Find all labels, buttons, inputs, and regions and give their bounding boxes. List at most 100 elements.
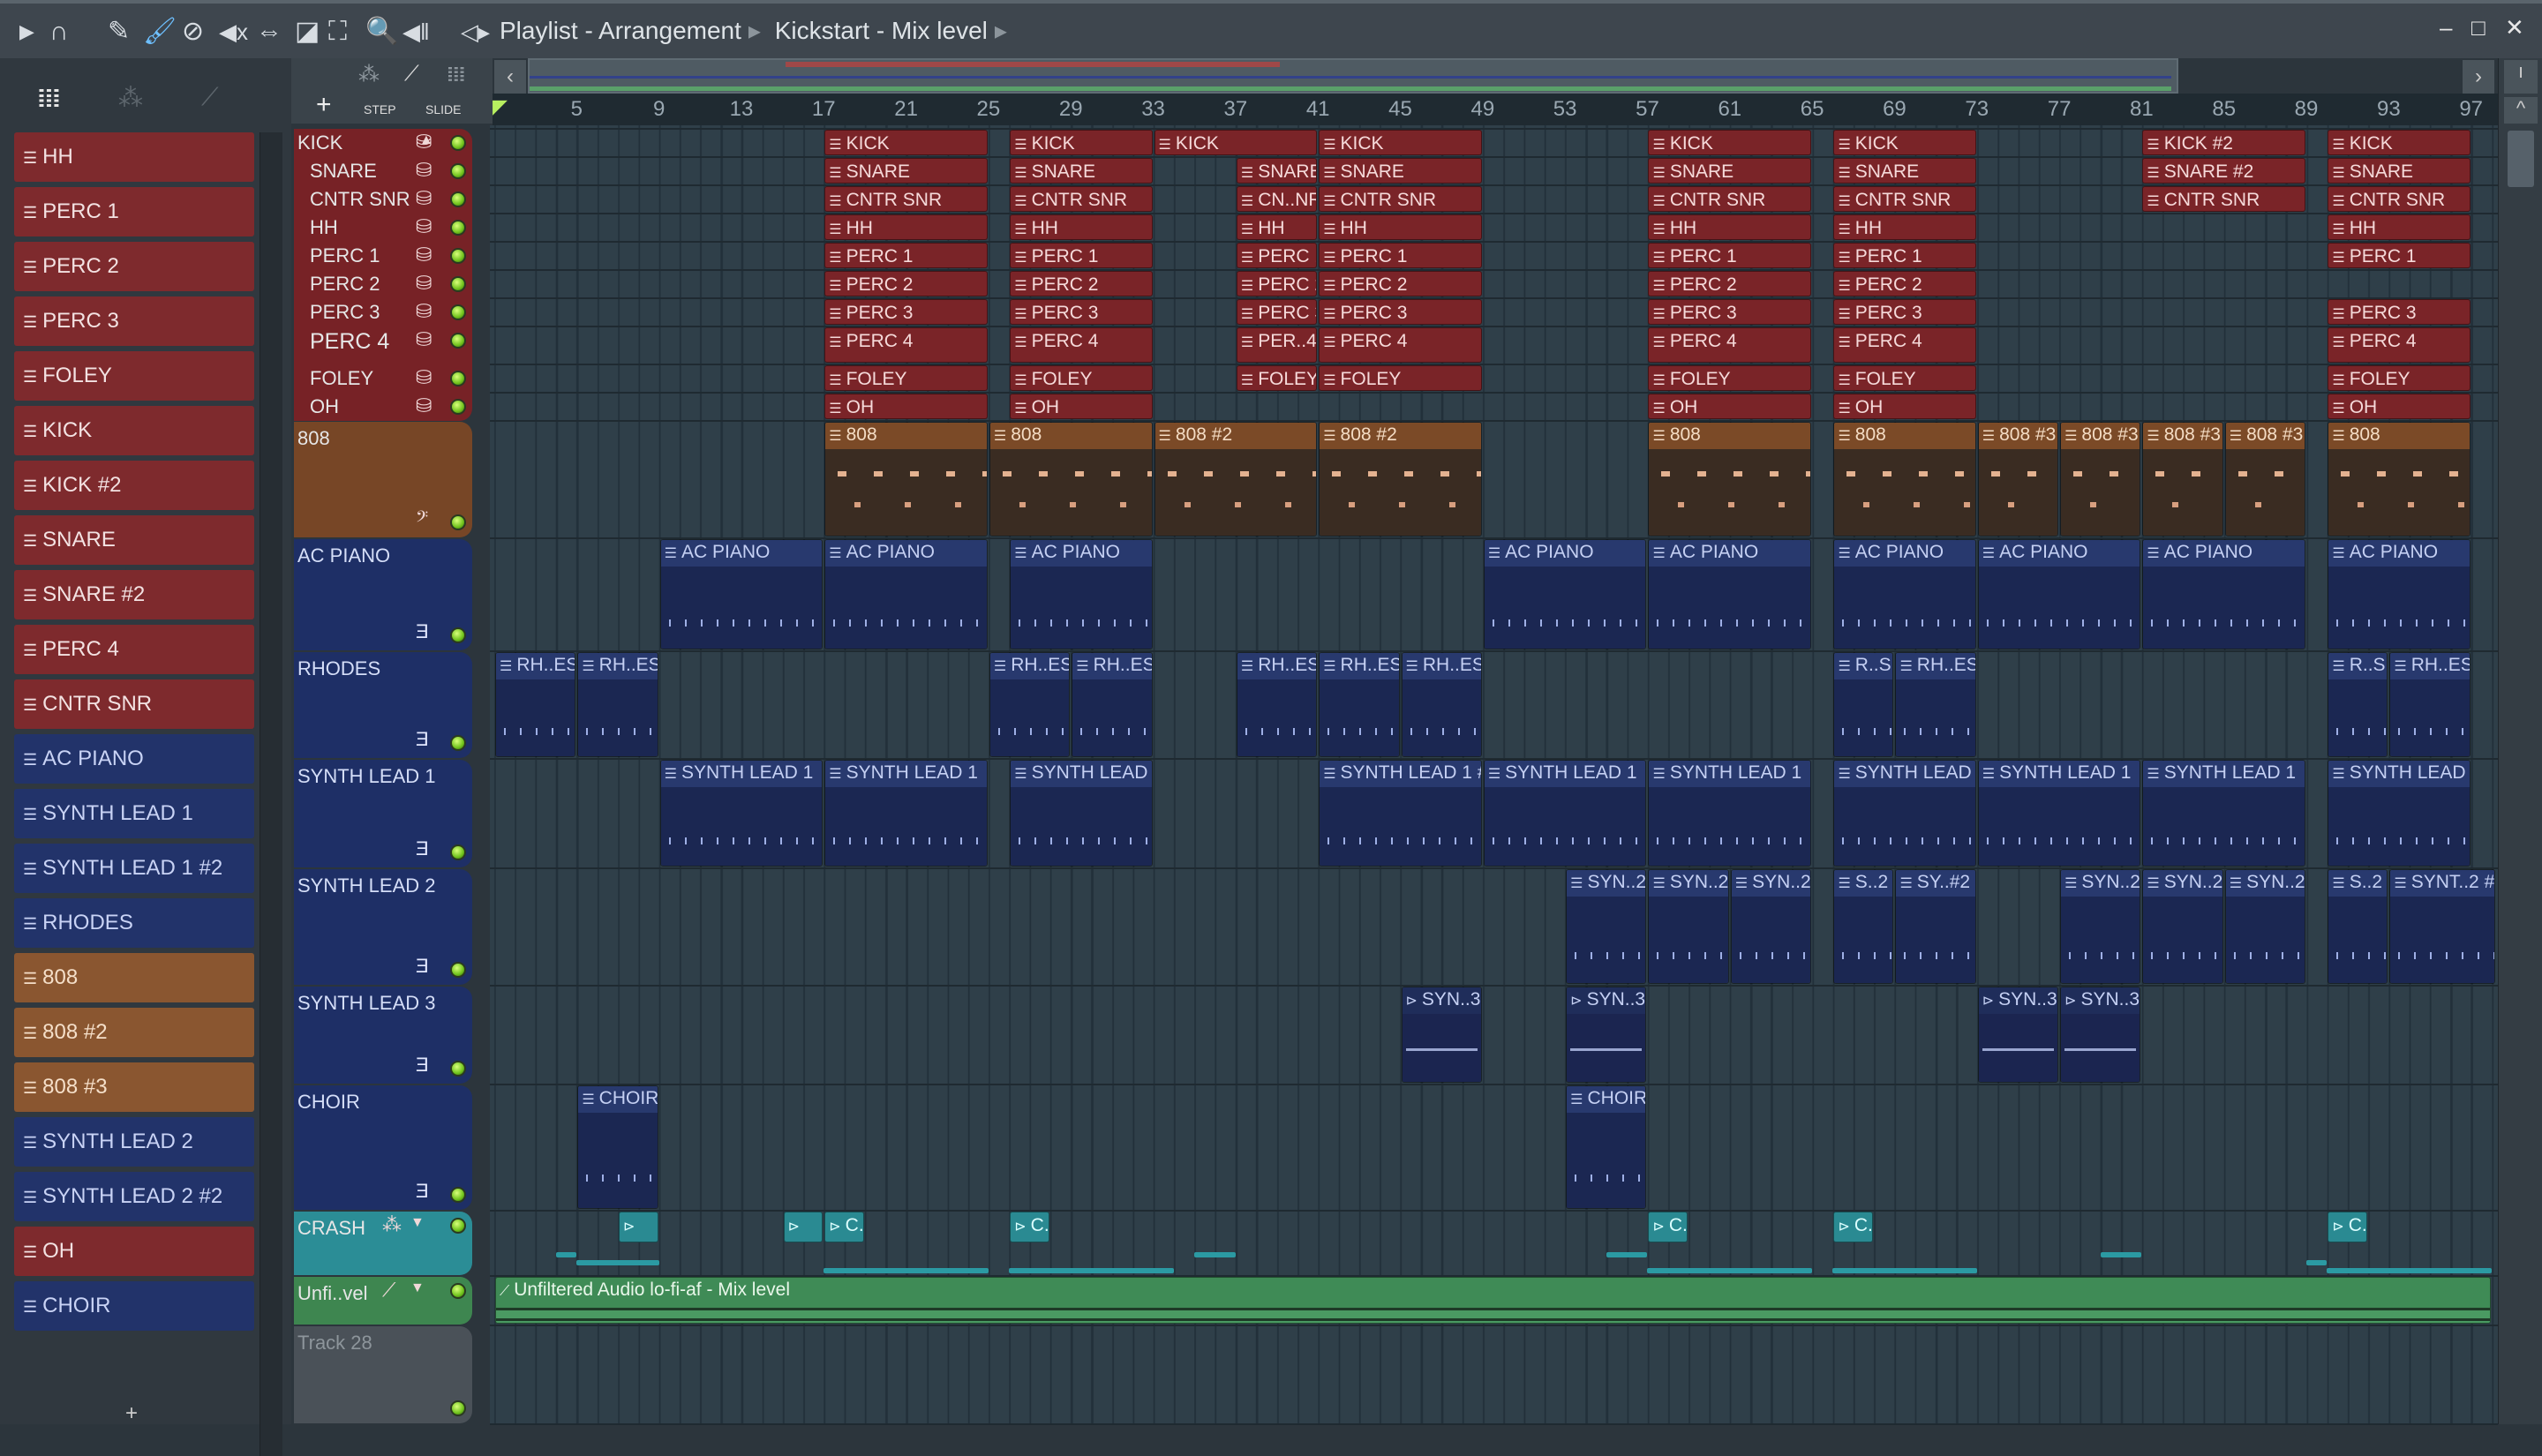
clip-808-3[interactable]: ☰ 808 #3 <box>2060 422 2141 537</box>
track-enable-led[interactable] <box>450 191 466 207</box>
clip-snare[interactable]: ☰ SNARE <box>1236 158 1318 184</box>
clip-snare[interactable]: ☰ SNARE <box>1833 158 1976 184</box>
clip-perc-3[interactable]: ☰PERC 3 <box>1833 299 1976 325</box>
clip-ac-piano[interactable]: ☰ AC PIANO <box>1833 539 1976 649</box>
clip-hh[interactable]: ☰ HH <box>1010 214 1153 240</box>
clip-perc-4[interactable]: ☰ PERC 4 <box>1319 327 1482 363</box>
clip-808-2[interactable]: ☰ 808 #2 <box>1319 422 1482 537</box>
clip-perc-2[interactable]: ☰PERC 2 <box>1010 271 1153 296</box>
playhead-marker-icon[interactable]: ◤ <box>493 95 508 118</box>
crash-automation-segment[interactable] <box>2327 1268 2492 1273</box>
clip-r-s[interactable]: ☰ R..S <box>1833 652 1894 757</box>
track-enable-led[interactable] <box>450 1218 466 1234</box>
clip-perc-4[interactable]: ☰ PERC 4 <box>1833 327 1976 363</box>
clip-kick[interactable]: ☰ KICK <box>2328 130 2471 155</box>
clip-synth-lead-1-2[interactable]: ☰ SYNTH LEAD 1 #2 <box>1319 760 1482 867</box>
clip-rh-es[interactable]: ☰ RH..ES <box>1895 652 1976 757</box>
clip-c[interactable]: ⊳C.. <box>1833 1212 1874 1242</box>
close-button[interactable]: ✕ <box>2505 14 2524 41</box>
clip-synth-lead-1[interactable]: ☰ SYNTH LEAD 1 <box>1010 760 1153 867</box>
track-header-perc-3[interactable]: PERC 3 ⛁ <box>294 298 472 326</box>
clip-808[interactable]: ☰ 808 <box>989 422 1153 537</box>
clip-syn-2[interactable]: ☰ SYN..2 <box>2142 869 2223 984</box>
slip-icon[interactable]: ⇔ <box>256 16 282 48</box>
clip-perc-4[interactable]: ☰ PERC 4 <box>1648 327 1812 363</box>
clip-rh-es[interactable]: ☰ RH..ES <box>1236 652 1318 757</box>
clip-rh-es[interactable]: ☰ RH..ES <box>2389 652 2471 757</box>
crash-automation-segment[interactable] <box>1194 1252 1236 1257</box>
clip-cntr-snr[interactable]: ☰ CNTR SNR <box>2328 186 2471 212</box>
clip-cntr-snr[interactable]: ☰ CNTR SNR <box>824 186 988 212</box>
crash-automation-segment[interactable] <box>555 1252 577 1257</box>
track-header-oh[interactable]: OH ⛁ <box>294 393 472 421</box>
audio-wave-icon[interactable]: ⁂ <box>118 83 143 112</box>
track-header-hh[interactable]: HH ⛁ <box>294 214 472 242</box>
track-enable-led[interactable] <box>450 1400 466 1416</box>
piano-roll-icon[interactable]: 𝍖 <box>37 83 61 114</box>
clip-synth-lead-1[interactable]: ☰ SYNTH LEAD 1 <box>824 760 988 867</box>
channel-perc-1[interactable]: ☰ PERC 1 <box>14 187 254 236</box>
clip-perc-1[interactable]: ☰PERC 1 <box>824 243 988 268</box>
clip-perc-1[interactable]: ☰PERC 1 <box>1319 243 1482 268</box>
channel-foley[interactable]: ☰ FOLEY <box>14 351 254 401</box>
crash-automation-segment[interactable] <box>2306 1260 2328 1265</box>
clip-808-2[interactable]: ☰ 808 #2 <box>1154 422 1318 537</box>
clip-snare[interactable]: ☰ SNARE <box>2328 158 2471 184</box>
clip-ac-piano[interactable]: ☰ AC PIANO <box>659 539 824 649</box>
clip-perc-1[interactable]: ☰PERC 1 <box>1648 243 1812 268</box>
track-enable-led[interactable] <box>450 276 466 292</box>
track-header-perc-4[interactable]: PERC 4 ⛁ <box>294 326 472 364</box>
pencil-icon[interactable]: ✎ <box>108 16 130 48</box>
track-enable-led[interactable] <box>450 1187 466 1203</box>
clip-kick-2[interactable]: ☰ KICK #2 <box>2142 130 2306 155</box>
track-header-crash[interactable]: CRASH ⁂ ▼ <box>294 1212 472 1275</box>
clip-oh[interactable]: ☰ OH <box>1010 394 1153 419</box>
clip-synth-lead-1[interactable]: ☰ SYNTH LEAD 1 <box>1833 760 1976 867</box>
clip-ac-piano[interactable]: ☰ AC PIANO <box>1483 539 1647 649</box>
track-enable-led[interactable] <box>450 844 466 860</box>
clip-perc-2[interactable]: ☰PERC 2 <box>824 271 988 296</box>
crash-automation-segment[interactable] <box>1832 1268 1977 1273</box>
scrollbar-thumb[interactable] <box>2508 131 2534 187</box>
clip-rh-es[interactable]: ☰ RH..ES <box>577 652 658 757</box>
clip-perc-1[interactable]: ☰PERC 1 <box>1236 243 1318 268</box>
channel-808-3[interactable]: ☰ 808 #3 <box>14 1062 254 1112</box>
channel-kick-2[interactable]: ☰ KICK #2 <box>14 461 254 510</box>
dropdown-arrow-icon[interactable]: ▼ <box>410 1280 425 1296</box>
clip-808[interactable]: ☰ 808 <box>1833 422 1976 537</box>
clip-ac-piano[interactable]: ☰ AC PIANO <box>824 539 988 649</box>
clip-perc-4[interactable]: ☰ PERC 4 <box>824 327 988 363</box>
track-header-ac-piano[interactable]: AC PIANO Ǝ <box>294 539 472 650</box>
clip-kick[interactable]: ☰ KICK <box>1154 130 1318 155</box>
channel-hh[interactable]: ☰ HH <box>14 132 254 182</box>
clip-perc-1[interactable]: ☰PERC 1 <box>2328 243 2471 268</box>
clip-snare[interactable]: ☰ SNARE <box>824 158 988 184</box>
clip-crash[interactable]: ⊳ <box>783 1212 824 1242</box>
clip-perc-4[interactable]: ☰ PERC 4 <box>1010 327 1153 363</box>
crash-automation-segment[interactable] <box>2100 1252 2142 1257</box>
crash-automation-segment[interactable] <box>1606 1252 1648 1257</box>
clip-c[interactable]: ⊳C.. <box>1648 1212 1688 1242</box>
clip-syn-2[interactable]: ☰ SYN..2 <box>1730 869 1812 984</box>
clip-foley[interactable]: ☰ FOLEY <box>1010 365 1153 391</box>
track-enable-led[interactable] <box>450 248 466 264</box>
track-header-cntr-snr[interactable]: CNTR SNR ⛁ <box>294 185 472 214</box>
paint-brush-icon[interactable]: 🖌 <box>143 16 177 48</box>
channel-snare-2[interactable]: ☰ SNARE #2 <box>14 570 254 619</box>
clip-syn-2[interactable]: ☰ SYN..2 <box>2224 869 2306 984</box>
track-header-synth-lead-3[interactable]: SYNTH LEAD 3 Ǝ <box>294 987 472 1084</box>
clip-synth-lead-1[interactable]: ☰ SYNTH LEAD 1 <box>2328 760 2471 867</box>
channel-cntr-snr[interactable]: ☰ CNTR SNR <box>14 679 254 729</box>
track-enable-led[interactable] <box>450 399 466 415</box>
clip-808[interactable]: ☰ 808 <box>1648 422 1812 537</box>
scroll-left-button[interactable]: ‹ <box>494 60 526 94</box>
automation-icon[interactable]: ⟋ <box>201 83 219 112</box>
zoom-icon[interactable]: 🔍 <box>365 16 398 48</box>
track-header-synth-lead-2[interactable]: SYNTH LEAD 2 Ǝ <box>294 869 472 985</box>
clip-cntr-snr[interactable]: ☰ CNTR SNR <box>2142 186 2306 212</box>
track-enable-led[interactable] <box>450 735 466 751</box>
clip-perc-2[interactable]: ☰PERC 2 <box>1833 271 1976 296</box>
track-header-808[interactable]: 808 𝄢 <box>294 422 472 537</box>
clip-cntr-snr[interactable]: ☰ CNTR SNR <box>1833 186 1976 212</box>
clip-c[interactable]: ⊳C.. <box>2328 1212 2368 1242</box>
